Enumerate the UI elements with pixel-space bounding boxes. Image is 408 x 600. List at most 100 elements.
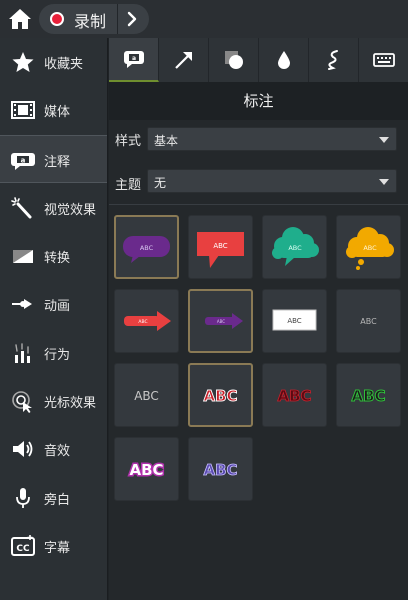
- callout-grid: ABC ABC ABC ABC ABC ABC ABC ABC ABC ABC …: [114, 215, 406, 515]
- annotation-type-tabs: a: [109, 38, 408, 82]
- shape-tab-icon: [225, 51, 243, 69]
- callout-preview: ABC: [124, 311, 171, 331]
- tab-keystrokes[interactable]: [359, 38, 408, 82]
- sidebar-item-label: 行为: [44, 348, 71, 363]
- animation-arrow-icon: [10, 292, 36, 316]
- callout-tile-green-cloud-bubble[interactable]: ABC: [262, 215, 327, 279]
- sidebar-item-favorites[interactable]: 收藏夹: [0, 38, 107, 86]
- callout-tile-purple-speech-bubble[interactable]: ABC: [114, 215, 179, 279]
- sidebar-item-label: 音效: [44, 444, 71, 459]
- theme-label: 主题: [115, 178, 142, 193]
- callout-preview: ABC ABC: [128, 460, 165, 481]
- callout-text: ABC: [129, 461, 163, 479]
- caret-down-icon: [379, 179, 389, 185]
- callout-tile-red-arrow[interactable]: ABC: [114, 289, 179, 353]
- callout-tile-red-speech-bubble[interactable]: ABC: [188, 215, 253, 279]
- speaker-icon: [10, 437, 36, 461]
- chevron-right-icon[interactable]: [123, 11, 141, 27]
- theme-dropdown[interactable]: 无: [147, 169, 397, 193]
- sidebar-item-cursor-effects[interactable]: 光标效果: [0, 377, 107, 425]
- style-dropdown[interactable]: 基本: [147, 127, 397, 151]
- home-icon[interactable]: [8, 7, 32, 31]
- callout-tile-purple-arrow[interactable]: ABC: [188, 289, 253, 353]
- callout-text: ABC: [288, 244, 302, 252]
- cursor-effect-icon: [10, 389, 36, 413]
- sidebar-item-animations[interactable]: 动画: [0, 280, 107, 328]
- sidebar-item-label: 字幕: [44, 541, 71, 556]
- callout-tile-text-green-outline[interactable]: ABC: [336, 363, 401, 427]
- callout-text: ABC: [140, 244, 154, 252]
- sidebar-item-captions[interactable]: CC 字幕: [0, 522, 107, 570]
- sidebar-item-audio-effects[interactable]: 音效: [0, 425, 107, 473]
- tab-blur-highlight[interactable]: [259, 38, 309, 82]
- sidebar-item-label: 转换: [44, 251, 71, 266]
- callout-text: ABC: [203, 387, 237, 405]
- magic-wand-icon: [10, 196, 36, 220]
- callout-text: ABC: [138, 319, 147, 325]
- callout-preview: ABC: [351, 387, 386, 406]
- callout-tile-text-light[interactable]: ABC: [114, 363, 179, 427]
- tab-arrows-lines[interactable]: [159, 38, 209, 82]
- sidebar-item-annotations[interactable]: a 注释: [0, 135, 107, 183]
- sidebar-item-label: 收藏夹: [44, 57, 84, 72]
- sidebar-item-visual-effects[interactable]: 视觉效果: [0, 184, 107, 232]
- panel-title: 标注: [109, 82, 408, 120]
- arrow-tab-icon: [175, 52, 192, 69]
- record-label: 录制: [74, 12, 107, 31]
- callout-preview: ABC: [123, 236, 170, 263]
- sidebar-item-media[interactable]: 媒体: [0, 86, 107, 134]
- tab-callouts[interactable]: a: [109, 38, 159, 82]
- callout-tile-white-box[interactable]: ABC: [262, 289, 327, 353]
- svg-text:a: a: [132, 55, 136, 62]
- tab-sketch-motion[interactable]: [309, 38, 359, 82]
- sketch-motion-tab-icon: [328, 50, 338, 70]
- callout-preview: ABC: [272, 309, 317, 331]
- style-label: 样式: [115, 134, 142, 149]
- svg-text:CC: CC: [16, 544, 30, 554]
- callout-tile-text-red-outline[interactable]: ABC: [188, 363, 253, 427]
- record-divider: [117, 4, 118, 34]
- callout-text: ABC: [277, 387, 311, 405]
- cc-caption-icon: CC: [10, 534, 36, 558]
- callout-tab-icon: a: [124, 51, 144, 68]
- behavior-icon: [10, 341, 36, 365]
- film-icon: [10, 98, 36, 122]
- callout-tile-text-purple-outline[interactable]: ABC: [188, 437, 253, 501]
- microphone-icon: [10, 486, 36, 510]
- tool-sidebar: 收藏夹 媒体 a 注释 视觉效果 转换 动画 行为 光标效果 音效 旁白 CC …: [0, 38, 108, 600]
- top-toolbar: 录制: [0, 0, 408, 38]
- blur-drop-tab-icon: [278, 51, 290, 69]
- callout-preview: ABC: [346, 227, 394, 270]
- sidebar-item-label: 媒体: [44, 105, 71, 120]
- callout-preview: ABC: [205, 313, 243, 329]
- panel-divider: [109, 204, 408, 205]
- callout-preview: ABC: [203, 387, 238, 406]
- callout-text: ABC: [203, 461, 237, 479]
- theme-dropdown-value: 无: [154, 176, 167, 190]
- sidebar-item-behaviors[interactable]: 行为: [0, 329, 107, 377]
- callout-tile-yellow-thought-bubble[interactable]: ABC: [336, 215, 401, 279]
- callout-preview: ABC: [360, 317, 377, 326]
- callout-text: ABC: [287, 317, 301, 325]
- callout-tile-plain-text[interactable]: ABC: [336, 289, 401, 353]
- callout-preview: ABC: [134, 389, 159, 403]
- callout-text: ABC: [217, 319, 225, 324]
- callout-text: ABC: [213, 242, 227, 250]
- callout-preview: ABC: [203, 461, 238, 480]
- sidebar-item-label: 注释: [44, 155, 71, 170]
- tab-shapes[interactable]: [209, 38, 259, 82]
- callout-text: ABC: [360, 317, 377, 326]
- callout-text: ABC: [351, 387, 385, 405]
- callout-tile-text-pink-glow[interactable]: ABC ABC: [114, 437, 179, 501]
- style-dropdown-value: 基本: [154, 134, 179, 148]
- callout-preview: ABC: [277, 387, 312, 406]
- callout-preview: ABC: [272, 227, 319, 266]
- sidebar-item-voice-narration[interactable]: 旁白: [0, 474, 107, 522]
- callout-tile-text-dark-red[interactable]: ABC: [262, 363, 327, 427]
- sidebar-item-label: 动画: [44, 299, 71, 314]
- callout-text: ABC: [363, 244, 377, 252]
- sidebar-item-transitions[interactable]: 转换: [0, 232, 107, 280]
- keystroke-tab-icon: [373, 53, 395, 67]
- record-button[interactable]: 录制: [39, 4, 149, 34]
- transition-icon: [10, 244, 36, 268]
